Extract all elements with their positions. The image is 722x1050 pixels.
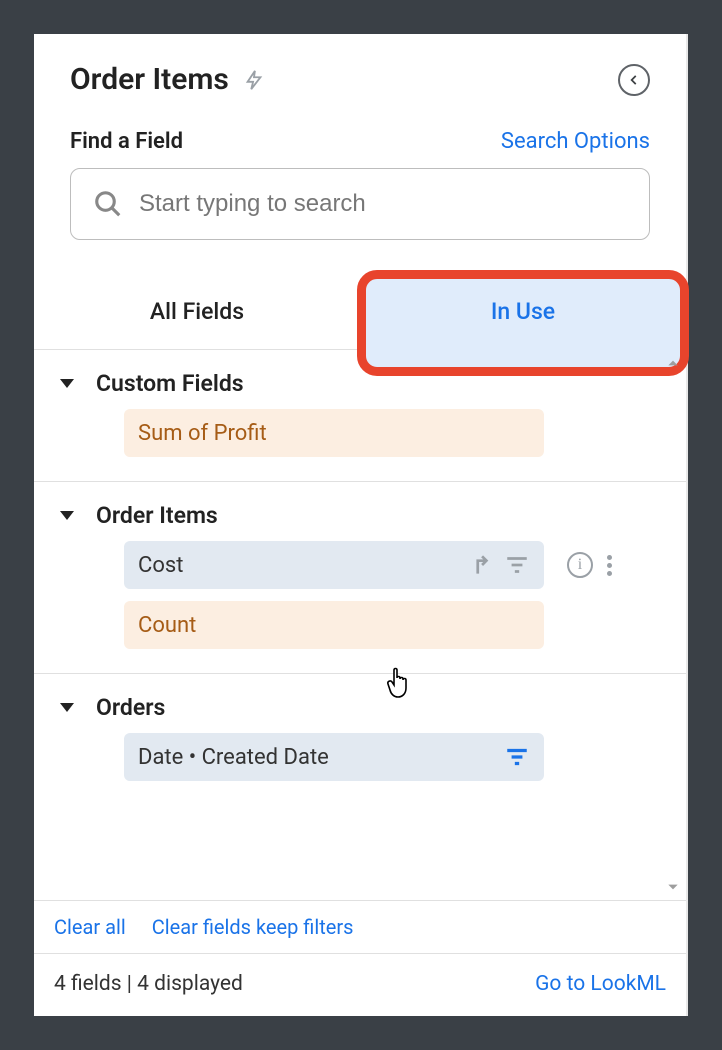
go-to-lookml-link[interactable]: Go to LookML	[535, 972, 666, 996]
search-area: Find a Field Search Options	[34, 97, 686, 240]
filter-icon[interactable]	[504, 552, 530, 578]
search-input[interactable]	[139, 190, 627, 218]
clear-fields-keep-filters-link[interactable]: Clear fields keep filters	[152, 915, 354, 939]
find-field-label: Find a Field	[70, 129, 183, 154]
collapse-panel-button[interactable]	[618, 64, 650, 96]
caret-down-icon	[60, 703, 74, 712]
chevron-left-icon	[627, 73, 641, 87]
field-label: Count	[138, 613, 196, 638]
section-custom-fields: Custom Fields Sum of Profit	[34, 350, 686, 482]
caret-down-icon	[60, 511, 74, 520]
field-label: Date • Created Date	[138, 745, 329, 770]
section-orders: Orders Date • Created Date	[34, 674, 686, 805]
footer-status: 4 fields | 4 displayed Go to LookML	[34, 953, 686, 1016]
caret-down-icon	[60, 379, 74, 388]
pivot-icon[interactable]	[468, 552, 494, 578]
field-row-actions: i	[567, 552, 612, 578]
filter-active-icon[interactable]	[504, 744, 530, 770]
footer-links: Clear all Clear fields keep filters	[34, 900, 686, 953]
field-label: Cost	[138, 553, 183, 578]
section-header-order-items[interactable]: Order Items	[34, 502, 686, 529]
section-title: Order Items	[96, 502, 218, 529]
panel-header: Order Items	[34, 34, 686, 97]
field-picker-panel: Order Items Find a Field Search Options …	[34, 34, 688, 1016]
section-header-custom-fields[interactable]: Custom Fields	[34, 370, 686, 397]
info-icon[interactable]: i	[567, 552, 593, 578]
search-icon	[93, 189, 123, 219]
bolt-icon	[243, 65, 265, 95]
field-count-status: 4 fields | 4 displayed	[54, 972, 243, 996]
section-header-orders[interactable]: Orders	[34, 694, 686, 721]
field-sum-of-profit[interactable]: Sum of Profit	[124, 409, 544, 457]
section-title: Orders	[96, 694, 165, 721]
field-count[interactable]: Count	[124, 601, 544, 649]
field-date-created-date[interactable]: Date • Created Date	[124, 733, 544, 781]
search-options-link[interactable]: Search Options	[501, 129, 650, 154]
panel-title: Order Items	[70, 62, 229, 97]
field-label: Sum of Profit	[138, 421, 267, 446]
tab-in-use[interactable]: In Use	[360, 278, 686, 349]
scroll-down-icon	[664, 880, 682, 894]
kebab-menu-icon[interactable]	[607, 555, 612, 576]
field-list[interactable]: Custom Fields Sum of Profit Order Items …	[34, 350, 686, 900]
tab-all-fields[interactable]: All Fields	[34, 278, 360, 349]
search-box[interactable]	[70, 168, 650, 240]
section-title: Custom Fields	[96, 370, 244, 397]
clear-all-link[interactable]: Clear all	[54, 915, 126, 939]
section-order-items: Order Items Cost i	[34, 482, 686, 674]
scroll-up-icon	[664, 356, 682, 370]
tabs: All Fields In Use	[34, 278, 686, 350]
field-cost[interactable]: Cost i	[124, 541, 544, 589]
